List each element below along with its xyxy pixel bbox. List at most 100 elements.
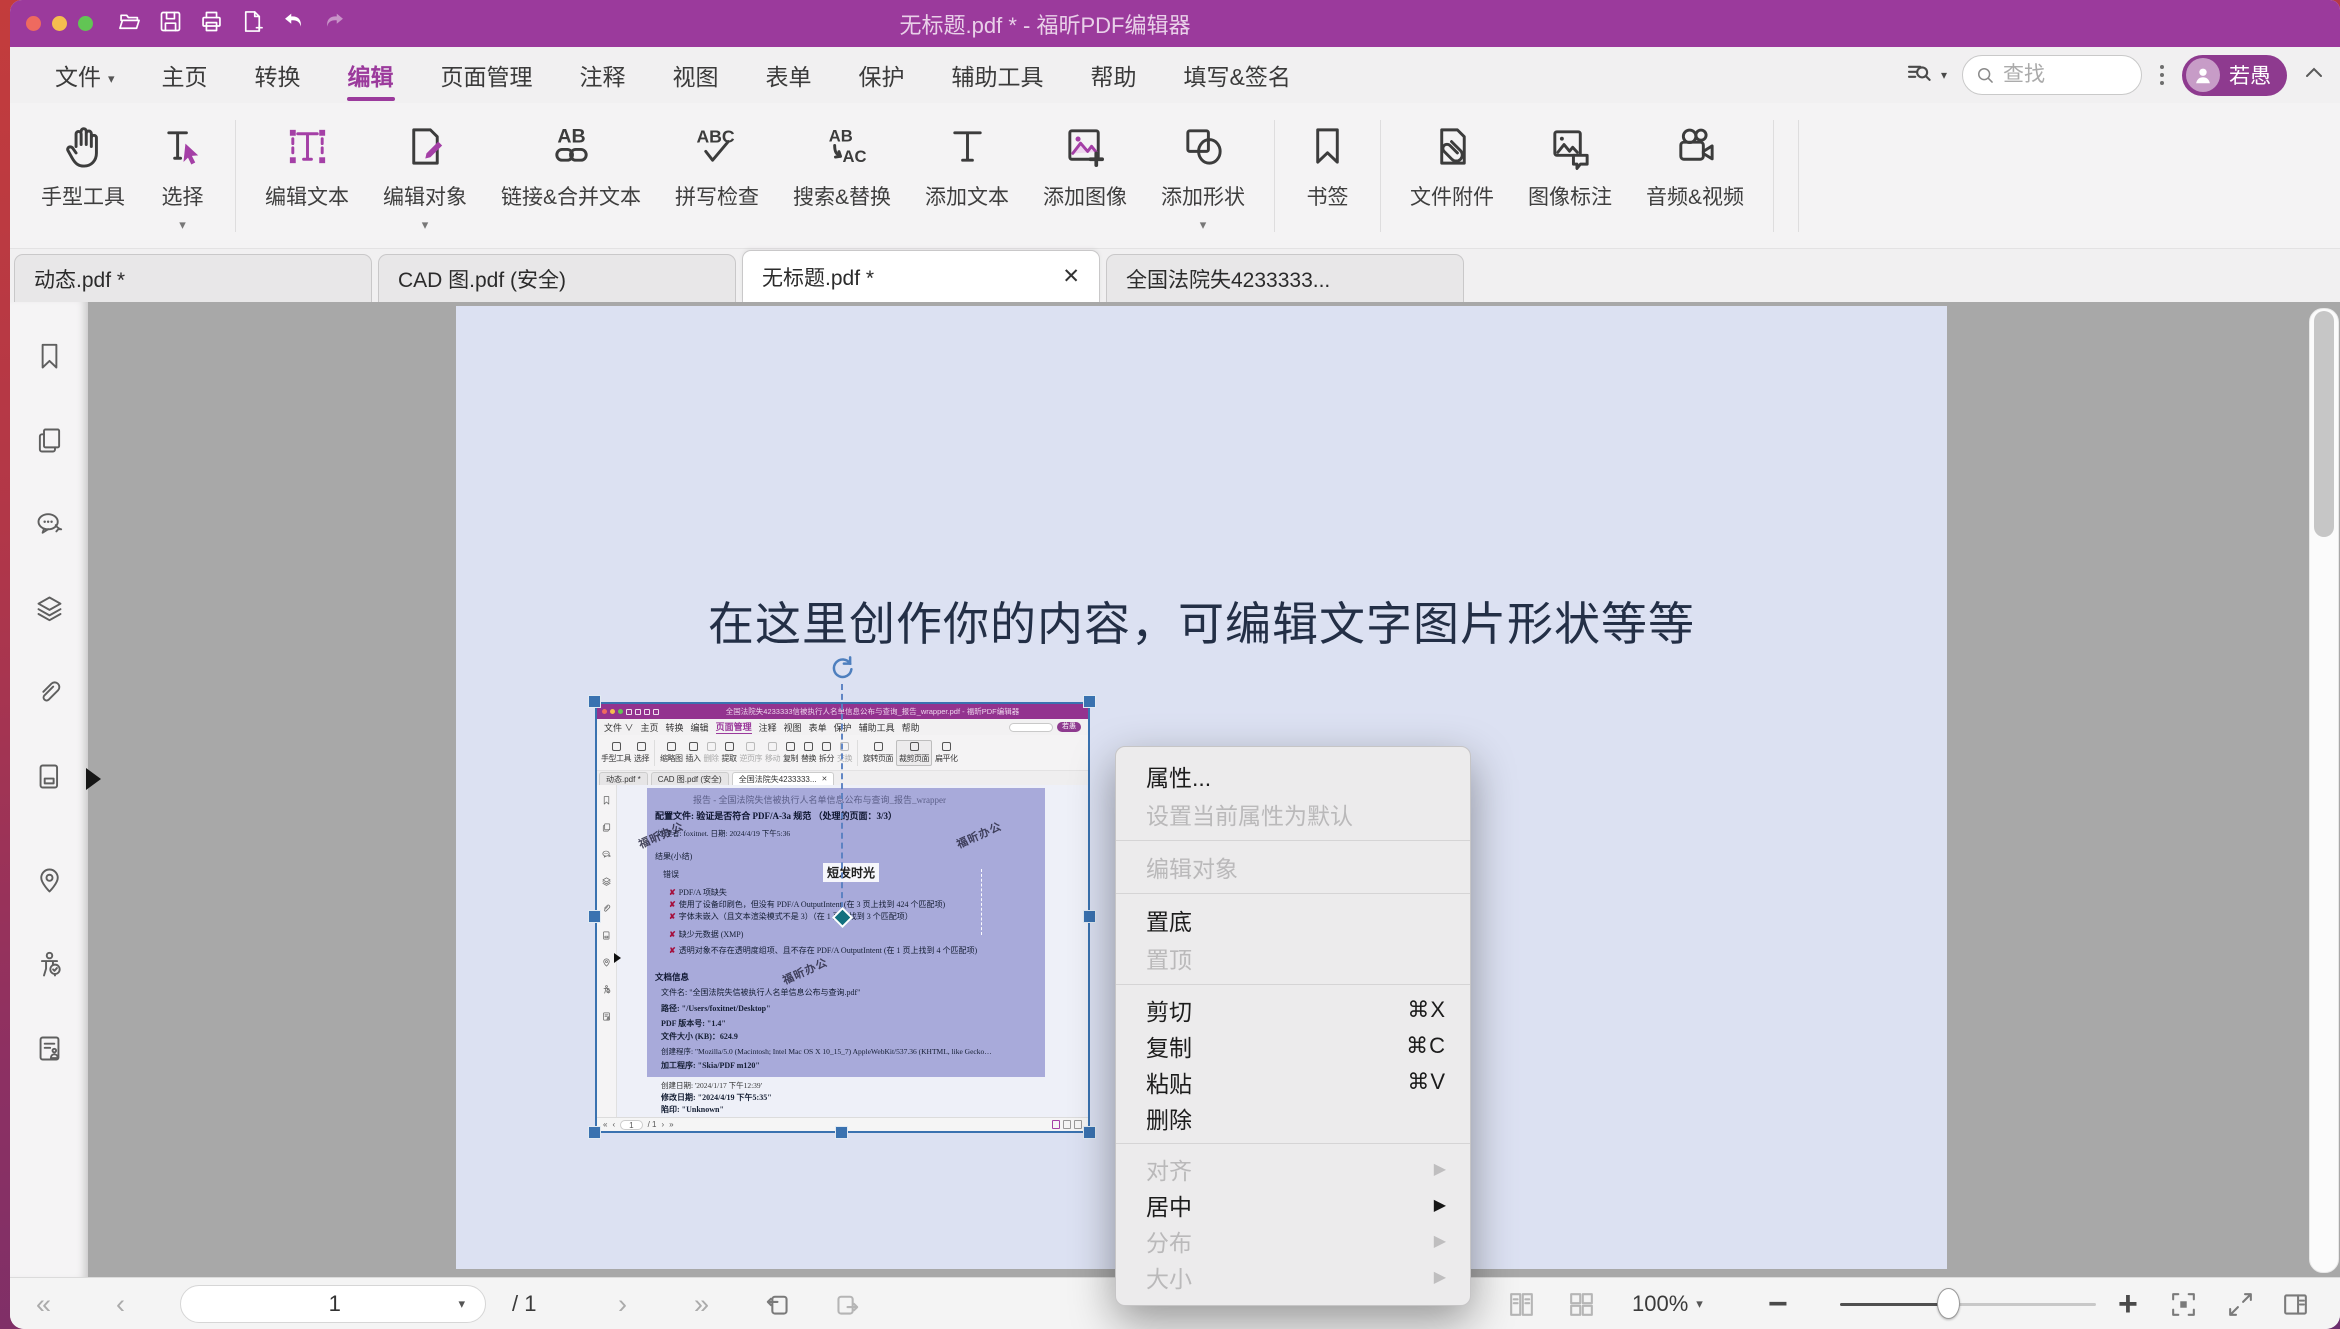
menu-tab-填写&签名[interactable]: 填写&签名 <box>1184 58 1291 92</box>
menu-tab-辅助工具[interactable]: 辅助工具 <box>952 58 1044 92</box>
more-options-kebab-icon[interactable] <box>2157 65 2167 85</box>
close-window-button[interactable] <box>26 16 41 31</box>
save-icon[interactable] <box>157 8 184 40</box>
sidebar-panel-layers-icon[interactable] <box>33 592 66 625</box>
sidebar-panel-sign-icon[interactable] <box>33 1032 66 1065</box>
previous-page-button[interactable]: ‹ <box>116 1278 125 1329</box>
menu-tab-保护[interactable]: 保护 <box>859 58 905 92</box>
toolbar-button-image-callout[interactable]: 图像标注 <box>1511 118 1629 234</box>
toolbar-button-hand[interactable]: 手型工具 <box>24 118 142 234</box>
facing-page-layout-button[interactable] <box>1566 1278 1597 1329</box>
resize-handle-bottom-right[interactable] <box>1083 1126 1096 1139</box>
toolbar-button-audio-video[interactable]: 音频&视频 <box>1629 118 1761 234</box>
toolbar-button-edit-text[interactable]: 编辑文本 <box>248 118 366 234</box>
context-menu-item-置顶: 置顶 <box>1116 939 1470 977</box>
context-menu-item-粘贴[interactable]: 粘贴⌘V <box>1116 1064 1470 1100</box>
toolbar-button-link-merge[interactable]: AB链接&合并文本 <box>484 118 658 234</box>
zoom-window-button[interactable] <box>78 16 93 31</box>
toolbar-button-add-text[interactable]: 添加文本 <box>908 118 1026 234</box>
resize-handle-mid-left[interactable] <box>588 910 601 923</box>
last-page-button[interactable]: » <box>694 1278 709 1329</box>
redo-icon[interactable] <box>321 8 348 40</box>
user-account-button[interactable]: 若愚 <box>2182 55 2287 96</box>
menu-tab-注释[interactable]: 注释 <box>580 58 626 92</box>
menu-tab-表单[interactable]: 表单 <box>766 58 812 92</box>
toolbar-button-add-image[interactable]: 添加图像 <box>1026 118 1144 234</box>
context-menu-item-居中[interactable]: 居中▶ <box>1116 1187 1470 1223</box>
page-number-box[interactable]: ▾ <box>180 1285 486 1323</box>
context-menu-item-复制[interactable]: 复制⌘C <box>1116 1028 1470 1064</box>
context-menu-item-删除[interactable]: 删除 <box>1116 1100 1470 1136</box>
vertical-scrollbar[interactable] <box>2309 308 2339 1273</box>
page-list-caret-icon[interactable]: ▾ <box>458 1296 465 1312</box>
search-mode-caret-icon[interactable]: ▾ <box>1941 68 1947 82</box>
context-menu-item-属性...[interactable]: 属性... <box>1116 757 1470 795</box>
resize-handle-bottom-left[interactable] <box>588 1126 601 1139</box>
context-menu-item-剪切[interactable]: 剪切⌘X <box>1116 992 1470 1028</box>
fullscreen-button[interactable] <box>2225 1278 2256 1329</box>
resize-handle-bottom-mid[interactable] <box>835 1126 848 1139</box>
resize-handle-mid-right[interactable] <box>1083 910 1096 923</box>
search-input[interactable] <box>2003 63 2111 87</box>
mini-toolbar-button: 替换 <box>801 742 816 764</box>
previous-view-button[interactable] <box>762 1278 793 1329</box>
find-search-box[interactable] <box>1962 55 2142 95</box>
document-tab-2[interactable]: CAD 图.pdf (安全) <box>378 254 736 302</box>
page-heading-text[interactable]: 在这里创作你的内容，可编辑文字图片形状等等 <box>456 588 1947 654</box>
resize-handle-top-right[interactable] <box>1083 695 1096 708</box>
toolbar-button-search-replace[interactable]: ABAC搜索&替换 <box>776 118 908 234</box>
menu-tab-编辑[interactable]: 编辑 <box>348 58 394 92</box>
open-folder-icon[interactable] <box>116 8 143 40</box>
zoom-out-button[interactable]: − <box>1768 1278 1788 1329</box>
mini-document-tab: 动态.pdf * <box>599 772 648 785</box>
fit-page-button[interactable] <box>2168 1278 2199 1329</box>
undo-icon[interactable] <box>280 8 307 40</box>
toolbar-button-spell-check[interactable]: ABC拼写检查 <box>658 118 776 234</box>
dropdown-caret-icon[interactable]: ▾ <box>422 219 429 234</box>
next-view-button[interactable] <box>832 1278 863 1329</box>
document-tab-3[interactable]: 无标题.pdf *✕ <box>742 250 1100 302</box>
minimize-window-button[interactable] <box>52 16 67 31</box>
next-page-button[interactable]: › <box>618 1278 627 1329</box>
first-page-button[interactable]: « <box>36 1278 51 1329</box>
toolbar-button-attach-file[interactable]: 文件附件 <box>1393 118 1511 234</box>
document-tab-4[interactable]: 全国法院失4233333... <box>1106 254 1464 302</box>
zoom-level-button[interactable]: 100% ▾ <box>1632 1278 1703 1329</box>
resize-handle-top-left[interactable] <box>588 695 601 708</box>
reading-mode-button[interactable] <box>2280 1278 2311 1329</box>
context-menu-item-置底[interactable]: 置底 <box>1116 901 1470 939</box>
menu-tab-转换[interactable]: 转换 <box>255 58 301 92</box>
toolbar-button-select[interactable]: 选择▾ <box>142 118 223 234</box>
zoom-slider[interactable] <box>1840 1303 2096 1306</box>
zoom-slider-thumb[interactable] <box>1937 1288 1960 1319</box>
document-tab-1[interactable]: 动态.pdf * <box>14 254 372 302</box>
toolbar-button-bookmark[interactable]: 书签 <box>1287 118 1368 234</box>
menu-tab-主页[interactable]: 主页 <box>162 58 208 92</box>
sidebar-panel-pin-icon[interactable] <box>33 864 66 897</box>
toolbar-button-add-shape[interactable]: 添加形状▾ <box>1144 118 1262 234</box>
single-page-layout-button[interactable] <box>1506 1278 1537 1329</box>
panel-expand-arrow[interactable] <box>86 768 112 790</box>
print-icon[interactable] <box>198 8 225 40</box>
sidebar-panel-pages-icon[interactable] <box>33 424 66 457</box>
menu-tab-视图[interactable]: 视图 <box>673 58 719 92</box>
new-document-icon[interactable] <box>239 8 266 40</box>
zoom-in-button[interactable]: + <box>2118 1278 2138 1329</box>
rotate-handle-icon[interactable] <box>827 653 857 688</box>
close-tab-icon[interactable]: ✕ <box>1062 264 1080 289</box>
advanced-search-icon[interactable] <box>1904 58 1934 93</box>
dropdown-caret-icon[interactable]: ▾ <box>1200 219 1207 234</box>
menu-tab-帮助[interactable]: 帮助 <box>1091 58 1137 92</box>
menu-tab-文件[interactable]: 文件▾ <box>55 58 115 92</box>
sidebar-panel-comment-icon[interactable] <box>33 508 66 541</box>
sidebar-panel-bookmark-icon[interactable] <box>33 340 66 373</box>
sidebar-panel-clip-icon[interactable] <box>33 676 66 709</box>
menu-tab-页面管理[interactable]: 页面管理 <box>441 58 533 92</box>
page-number-input[interactable] <box>181 1291 458 1317</box>
sidebar-panel-access-icon[interactable] <box>33 948 66 981</box>
dropdown-caret-icon[interactable]: ▾ <box>179 219 186 234</box>
vertical-scrollbar-thumb[interactable] <box>2314 311 2334 537</box>
collapse-toolbar-chevron-icon[interactable] <box>2302 61 2326 90</box>
sidebar-panel-form-icon[interactable] <box>33 760 66 793</box>
toolbar-button-edit-object[interactable]: 编辑对象▾ <box>366 118 484 234</box>
